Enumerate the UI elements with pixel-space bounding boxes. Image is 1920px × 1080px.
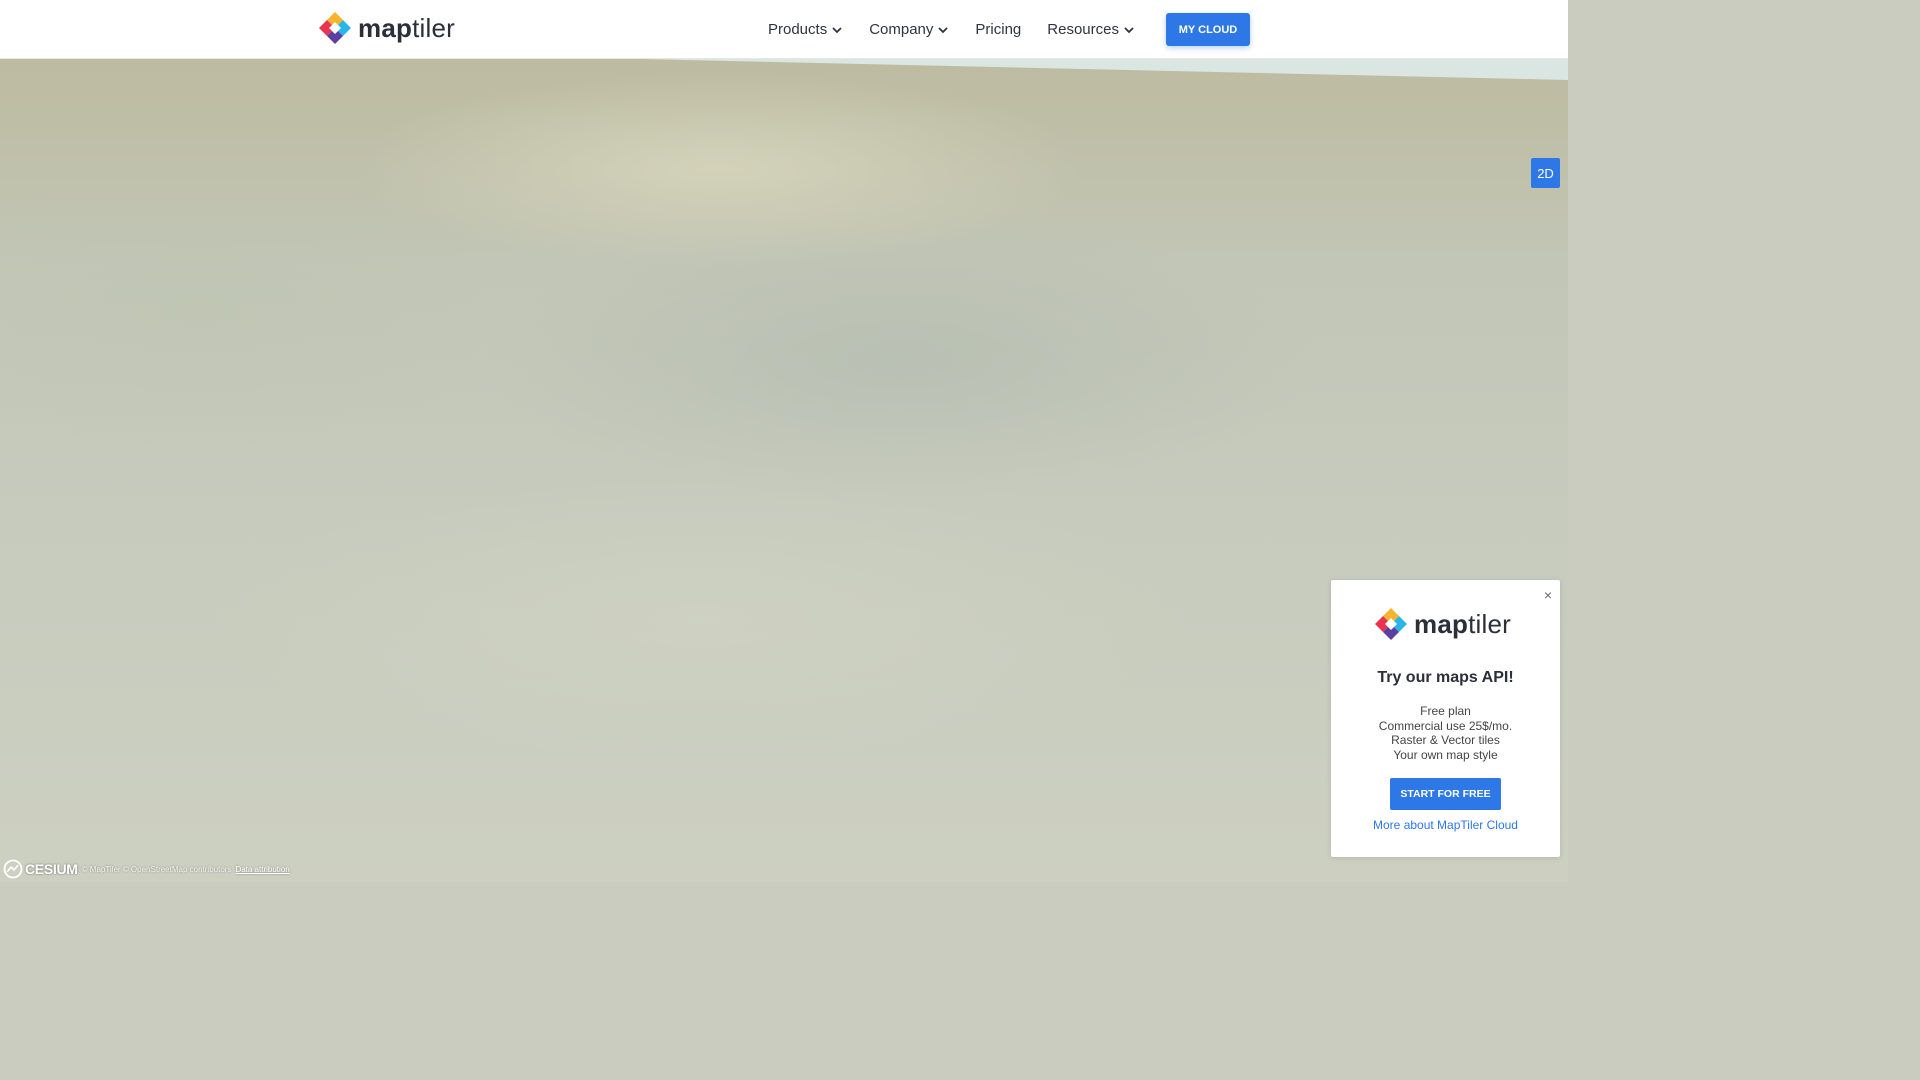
nav-pricing-label: Pricing [975, 21, 1022, 38]
logo-wordmark: maptiler [358, 12, 455, 43]
popup-feature-line: Raster & Vector tiles [1391, 733, 1500, 747]
start-for-free-button[interactable]: START FOR FREE [1390, 778, 1501, 810]
cesium-label: CESIUM [25, 861, 78, 877]
nav-resources[interactable]: Resources [1047, 21, 1135, 38]
data-attribution-link[interactable]: Data attribution [235, 865, 289, 874]
popup-logo-wordmark: maptiler [1414, 608, 1511, 639]
popup-feature-list: Free plan Commercial use 25$/mo. Raster … [1331, 704, 1560, 762]
nav-company[interactable]: Company [869, 21, 949, 38]
popup-maptiler-logo: maptiler [1374, 606, 1511, 642]
maptiler-logo-icon [319, 12, 351, 44]
map-attribution: CESIUM © MapTiler © OpenStreetMap contri… [3, 859, 290, 879]
main-nav: Products Company Pricing Resources [768, 0, 1161, 59]
my-cloud-button[interactable]: MY CLOUD [1166, 13, 1250, 46]
sky-horizon [640, 59, 1568, 80]
close-icon[interactable]: × [1544, 587, 1552, 603]
cesium-logo[interactable]: CESIUM [3, 859, 78, 879]
maptiler-logo[interactable]: maptiler [318, 11, 455, 45]
chevron-down-icon [832, 26, 842, 33]
popup-title: Try our maps API! [1377, 669, 1514, 686]
nav-products-label: Products [768, 21, 828, 38]
nav-company-label: Company [869, 21, 934, 38]
more-about-cloud-link[interactable]: More about MapTiler Cloud [1331, 818, 1560, 832]
chevron-down-icon [938, 26, 949, 33]
2d-mode-button[interactable]: 2D [1531, 158, 1560, 188]
popup-feature-line: Your own map style [1393, 747, 1498, 762]
popup-feature-line: Free plan [1420, 704, 1471, 718]
cesium-globe-icon [3, 859, 23, 879]
nav-products[interactable]: Products [768, 21, 843, 38]
promo-popup: × maptiler Try our maps API! Free plan C… [1331, 580, 1560, 857]
nav-pricing[interactable]: Pricing [975, 21, 1021, 38]
top-navbar: maptiler Products Company Pricing Resour… [0, 0, 1568, 59]
popup-feature-line: Commercial use 25$/mo. [1378, 718, 1513, 733]
map-viewport[interactable]: 2D CESIUM © MapTiler © OpenStreetMap con… [0, 59, 1568, 882]
nav-resources-label: Resources [1047, 21, 1119, 38]
maptiler-logo-icon [1375, 608, 1407, 640]
attribution-text: © MapTiler © OpenStreetMap contributors [81, 864, 232, 874]
chevron-down-icon [1124, 26, 1134, 33]
